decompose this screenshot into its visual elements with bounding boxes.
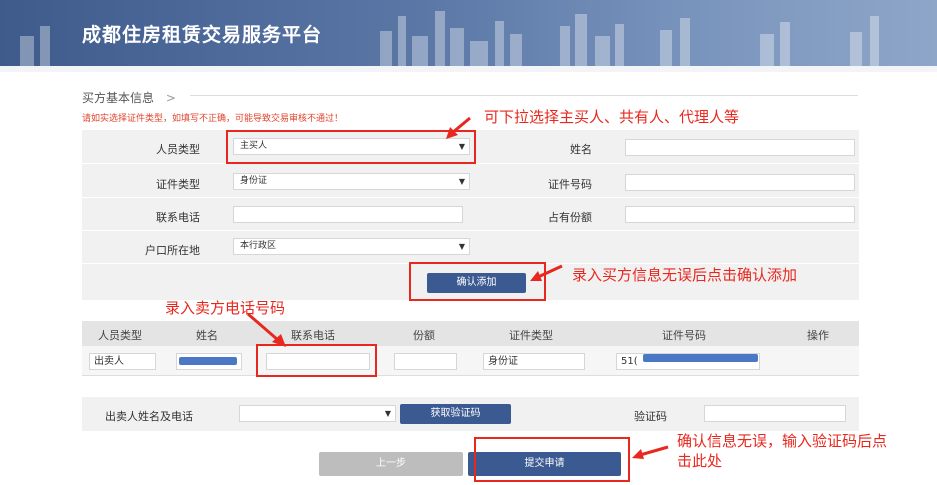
redacted-name — [179, 357, 237, 365]
arrow-submit-hint — [639, 445, 669, 457]
id-type-select[interactable]: 身份证 ▼ — [233, 173, 470, 190]
id-number-input[interactable] — [625, 174, 855, 191]
section-rule — [190, 95, 858, 96]
annotation-submit-hint-line1: 确认信息无误，输入验证码后点 — [677, 432, 888, 450]
chevron-right-icon: > — [165, 91, 176, 105]
header-phone: 联系电话 — [291, 329, 335, 342]
annotation-dropdown-hint: 可下拉选择主买人、共有人、代理人等 — [484, 108, 740, 126]
highlight-person-type — [226, 130, 476, 164]
header-id-number: 证件号码 — [662, 329, 706, 342]
household-select[interactable]: 本行政区 ▼ — [233, 238, 470, 255]
id-type-warning: 请如实选择证件类型，如填写不正确，可能导致交易审核不通过！ — [82, 114, 344, 124]
highlight-confirm-button — [409, 262, 546, 301]
header-share: 份额 — [413, 329, 435, 342]
id-type-value: 身份证 — [240, 176, 268, 186]
annotation-confirm-hint: 录入买方信息无误后点击确认添加 — [572, 266, 798, 284]
annotation-seller-phone-hint: 录入卖方电话号码 — [165, 299, 286, 317]
header-divider — [0, 66, 937, 72]
section-title: 买方基本信息 > — [82, 89, 176, 106]
redacted-id-number — [643, 354, 758, 362]
seller-contact-label: 出卖人姓名及电话 — [105, 410, 193, 423]
share-input[interactable] — [625, 206, 855, 223]
header-person-type: 人员类型 — [98, 329, 142, 342]
code-label: 验证码 — [634, 410, 667, 423]
phone-input[interactable] — [233, 206, 463, 223]
previous-step-button[interactable]: 上一步 — [319, 452, 463, 476]
household-value: 本行政区 — [240, 241, 277, 251]
phone-label: 联系电话 — [156, 211, 200, 224]
caret-down-icon: ▼ — [458, 242, 465, 251]
arrow-head-icon — [632, 449, 644, 459]
seller-share-input[interactable] — [394, 353, 457, 370]
header-id-type: 证件类型 — [509, 329, 553, 342]
seller-id-number-prefix: 51( — [621, 356, 638, 367]
highlight-seller-phone — [256, 344, 377, 377]
page-title: 成都住房租赁交易服务平台 — [82, 24, 323, 46]
annotation-submit-hint-line2: 击此处 — [677, 452, 723, 470]
header-banner: 成都住房租赁交易服务平台 — [0, 0, 937, 66]
verification-code-input[interactable] — [704, 405, 846, 422]
form-row-divider — [82, 197, 859, 198]
share-label: 占有份额 — [548, 211, 592, 224]
caret-down-icon: ▼ — [458, 177, 465, 186]
person-type-label: 人员类型 — [156, 143, 200, 156]
seller-id-type[interactable]: 身份证 — [483, 353, 585, 370]
caret-down-icon: ▼ — [384, 409, 391, 418]
section-title-text: 买方基本信息 — [82, 91, 155, 105]
header-name: 姓名 — [196, 329, 218, 342]
household-label: 户口所在地 — [145, 244, 200, 257]
get-code-button[interactable]: 获取验证码 — [400, 404, 511, 424]
name-label: 姓名 — [570, 143, 592, 156]
name-input[interactable] — [625, 139, 855, 156]
form-row-divider — [82, 230, 859, 231]
header-actions: 操作 — [807, 329, 829, 342]
id-type-label: 证件类型 — [156, 178, 200, 191]
id-number-label: 证件号码 — [548, 178, 592, 191]
seller-person-type[interactable]: 出卖人 — [89, 353, 156, 370]
seller-contact-select[interactable]: ▼ — [239, 405, 396, 422]
highlight-submit-button — [474, 437, 630, 482]
